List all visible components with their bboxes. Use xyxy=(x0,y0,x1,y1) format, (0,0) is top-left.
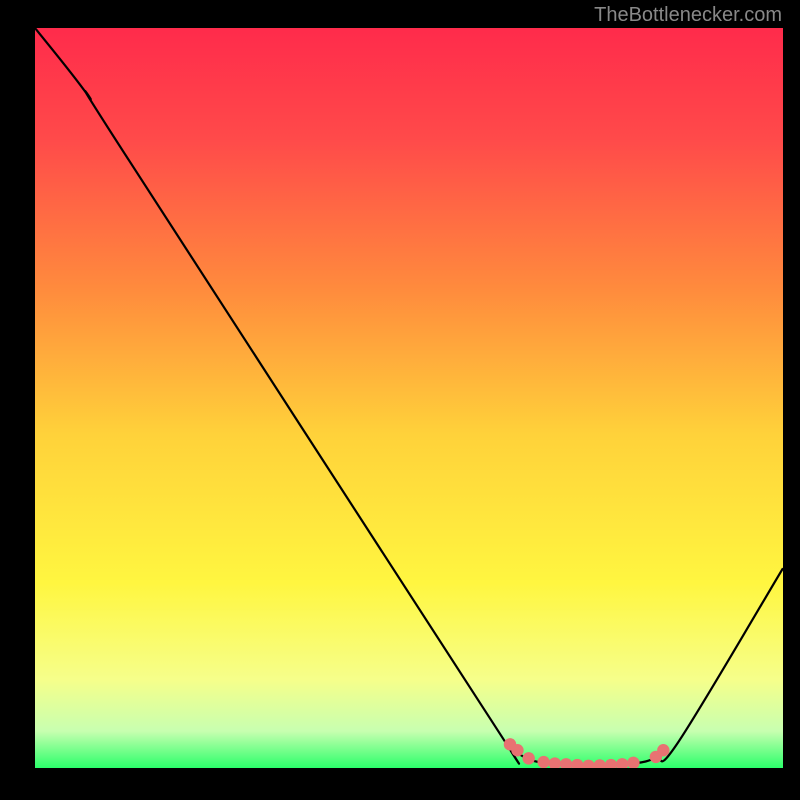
gradient-background xyxy=(35,28,783,768)
optimal-dot xyxy=(657,744,669,756)
chart-svg xyxy=(35,28,783,768)
optimal-dot xyxy=(537,756,549,768)
chart-container: TheBottlenecker.com xyxy=(0,0,800,800)
optimal-dot xyxy=(511,744,523,756)
watermark-text: TheBottlenecker.com xyxy=(594,4,782,27)
plot-area xyxy=(35,28,783,768)
optimal-dot xyxy=(522,752,534,764)
